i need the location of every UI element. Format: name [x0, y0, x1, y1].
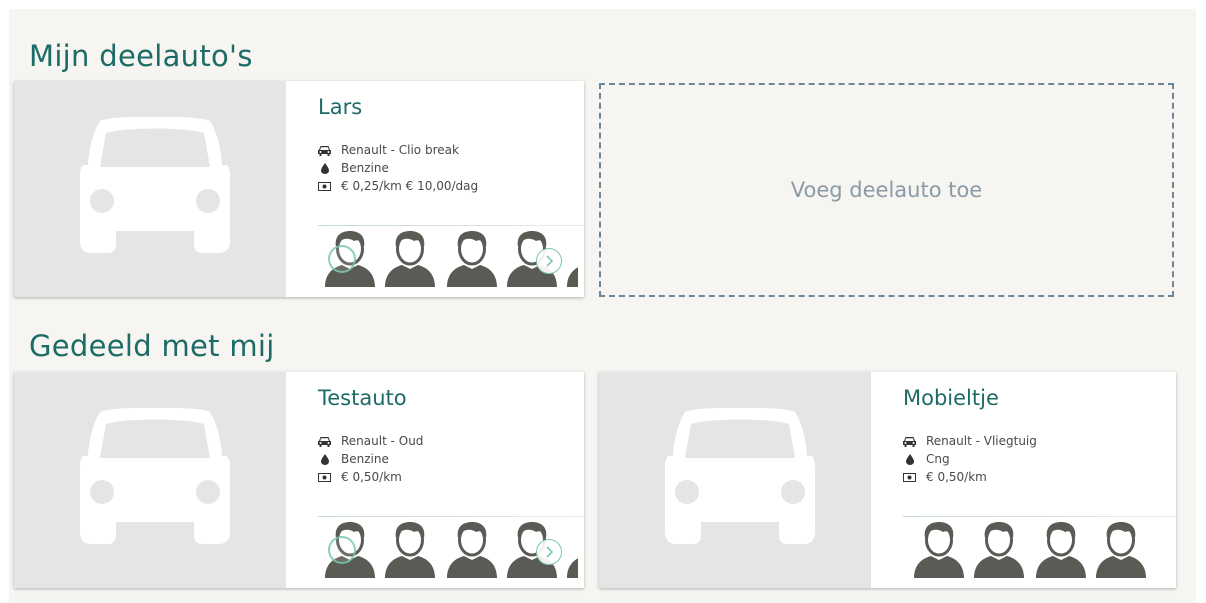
- user-avatar-icon[interactable]: [1035, 520, 1087, 578]
- car-card[interactable]: Mobieltje Renault - Vliegtuig Cng € 0,50…: [599, 372, 1176, 588]
- user-avatar-icon[interactable]: [913, 520, 965, 578]
- car-card[interactable]: Lars Renault - Clio break Benzine € 0,25…: [14, 81, 584, 297]
- spec-price: € 0,25/km € 10,00/dag: [318, 177, 478, 195]
- car-silhouette-icon: [80, 117, 230, 253]
- car-image: [599, 372, 871, 588]
- spec-model: Renault - Oud: [318, 432, 423, 450]
- check-circle-icon[interactable]: [328, 245, 356, 273]
- money-icon: [318, 180, 331, 192]
- user-avatar-icon[interactable]: [446, 229, 498, 287]
- spec-model: Renault - Clio break: [318, 141, 478, 159]
- divider: [318, 225, 584, 226]
- spec-price: € 0,50/km: [318, 468, 423, 486]
- car-image: [14, 372, 286, 588]
- car-model: Renault - Vliegtuig: [926, 434, 1037, 448]
- car-image: [14, 81, 286, 297]
- car-name: Testauto: [318, 386, 407, 410]
- car-model: Renault - Oud: [341, 434, 424, 448]
- money-icon: [318, 471, 331, 483]
- fuel-drop-icon: [903, 453, 916, 465]
- car-card[interactable]: Testauto Renault - Oud Benzine € 0,50/km: [14, 372, 584, 588]
- fuel-drop-icon: [318, 453, 331, 465]
- car-specs: Renault - Clio break Benzine € 0,25/km €…: [318, 141, 478, 195]
- divider: [903, 516, 1176, 517]
- section-title-my-cars: Mijn deelauto's: [29, 39, 253, 73]
- car-name: Lars: [318, 95, 363, 119]
- divider: [318, 516, 584, 517]
- next-users-button[interactable]: [536, 539, 562, 565]
- spec-fuel: Benzine: [318, 450, 423, 468]
- add-car-button[interactable]: Voeg deelauto toe: [599, 83, 1174, 297]
- car-silhouette-icon: [665, 408, 815, 544]
- user-avatar-icon[interactable]: [384, 520, 436, 578]
- car-fuel: Benzine: [341, 161, 389, 175]
- car-icon: [318, 435, 331, 447]
- chevron-right-icon: [546, 255, 554, 267]
- spec-fuel: Benzine: [318, 159, 478, 177]
- spec-fuel: Cng: [903, 450, 1037, 468]
- car-fuel: Cng: [926, 452, 950, 466]
- user-avatar-icon[interactable]: [446, 520, 498, 578]
- car-silhouette-icon: [80, 408, 230, 544]
- next-users-button[interactable]: [536, 248, 562, 274]
- user-avatar-partial: [567, 267, 578, 287]
- money-icon: [903, 471, 916, 483]
- user-avatar-icon[interactable]: [973, 520, 1025, 578]
- car-icon: [903, 435, 916, 447]
- car-price: € 0,50/km: [926, 470, 987, 484]
- chevron-right-icon: [546, 546, 554, 558]
- car-name: Mobieltje: [903, 386, 999, 410]
- car-model: Renault - Clio break: [341, 143, 459, 157]
- section-title-shared: Gedeeld met mij: [29, 329, 275, 363]
- car-specs: Renault - Vliegtuig Cng € 0,50/km: [903, 432, 1037, 486]
- user-avatar-partial: [567, 558, 578, 578]
- car-price: € 0,50/km: [341, 470, 402, 484]
- car-fuel: Benzine: [341, 452, 389, 466]
- main-panel: Mijn deelauto's Lars Renault - Clio brea…: [9, 9, 1196, 603]
- spec-price: € 0,50/km: [903, 468, 1037, 486]
- user-avatar-icon[interactable]: [384, 229, 436, 287]
- fuel-drop-icon: [318, 162, 331, 174]
- user-avatars: [905, 520, 1167, 580]
- add-car-label: Voeg deelauto toe: [790, 178, 983, 202]
- check-circle-icon[interactable]: [328, 536, 356, 564]
- car-icon: [318, 144, 331, 156]
- spec-model: Renault - Vliegtuig: [903, 432, 1037, 450]
- car-specs: Renault - Oud Benzine € 0,50/km: [318, 432, 423, 486]
- user-avatar-icon[interactable]: [1095, 520, 1147, 578]
- car-price: € 0,25/km € 10,00/dag: [341, 179, 479, 193]
